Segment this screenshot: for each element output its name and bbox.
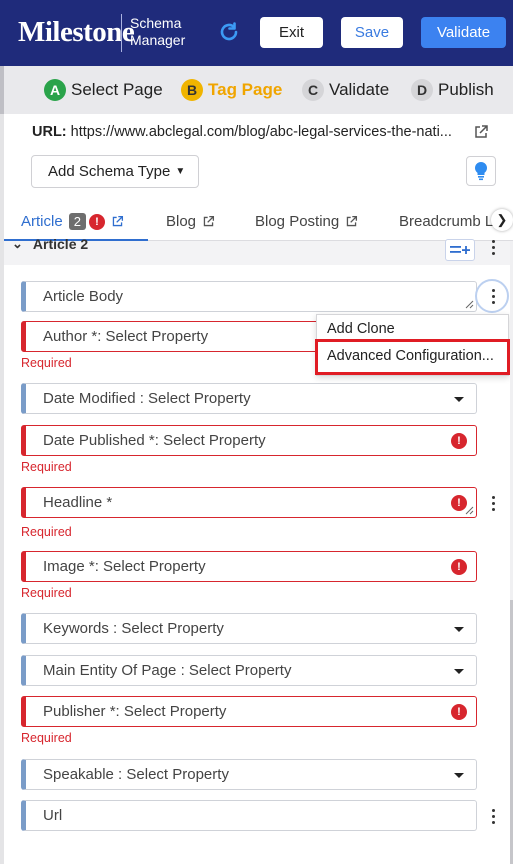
validate-button[interactable]: Validate xyxy=(421,17,506,48)
lightbulb-icon xyxy=(474,161,488,181)
field-speakable[interactable]: Speakable : Select Property xyxy=(21,759,477,790)
caret-down-icon: ▼ xyxy=(175,166,186,177)
step-publish[interactable]: D Publish xyxy=(411,79,494,101)
step-d-badge: D xyxy=(411,79,433,101)
required-message: Required xyxy=(21,356,72,370)
exit-button[interactable]: Exit xyxy=(260,17,323,48)
add-schema-type-label: Add Schema Type xyxy=(48,163,171,180)
chevron-right-icon[interactable]: ❯ xyxy=(491,209,513,231)
tab-blog-label: Blog xyxy=(166,213,197,230)
step-select-page[interactable]: A Select Page xyxy=(44,79,163,101)
field-label: Date Published *: Select Property xyxy=(43,432,266,449)
error-icon: ! xyxy=(88,213,105,230)
dropdown-caret-icon xyxy=(454,669,464,674)
field-label: Date Modified : Select Property xyxy=(43,390,251,407)
field-label: Article Body xyxy=(43,288,124,305)
external-link-icon[interactable] xyxy=(473,124,489,140)
field-keywords[interactable]: Keywords : Select Property xyxy=(21,613,477,644)
tab-article-label: Article xyxy=(21,213,63,230)
step-b-badge: B xyxy=(181,79,203,101)
highlight-box xyxy=(315,339,510,375)
resize-handle-icon[interactable] xyxy=(465,506,474,515)
tab-blog-posting-label: Blog Posting xyxy=(255,213,340,230)
product-name-line2: Manager xyxy=(130,32,186,48)
field-main-entity-of-page[interactable]: Main Entity Of Page : Select Property xyxy=(21,655,477,686)
step-b-label: Tag Page xyxy=(208,80,283,99)
field-more-icon[interactable] xyxy=(484,285,502,307)
field-more-icon[interactable] xyxy=(484,492,502,514)
wizard-steps: A Select Page B Tag Page C Validate D Pu… xyxy=(0,66,513,114)
required-message: Required xyxy=(21,586,72,600)
logo-divider xyxy=(121,14,122,52)
field-more-icon[interactable] xyxy=(484,805,502,827)
tab-blog[interactable]: Blog xyxy=(166,213,215,230)
step-tag-page[interactable]: B Tag Page xyxy=(181,79,282,101)
refresh-icon[interactable] xyxy=(217,20,241,44)
step-c-badge: C xyxy=(302,79,324,101)
required-message: Required xyxy=(21,731,72,745)
required-message: Required xyxy=(21,460,72,474)
dropdown-caret-icon xyxy=(454,397,464,402)
external-link-icon[interactable] xyxy=(345,215,358,228)
product-name-line1: Schema xyxy=(130,15,182,31)
save-button[interactable]: Save xyxy=(341,17,403,48)
field-image[interactable]: Image *: Select Property ! xyxy=(21,551,477,582)
dropdown-caret-icon xyxy=(454,627,464,632)
tips-button[interactable] xyxy=(466,156,496,186)
field-label: Main Entity Of Page : Select Property xyxy=(43,662,292,679)
chevron-down-icon[interactable]: ⌄ xyxy=(12,236,23,252)
tab-blog-posting[interactable]: Blog Posting xyxy=(255,213,358,230)
url-label: URL: xyxy=(32,124,67,140)
step-c-label: Validate xyxy=(329,80,390,99)
external-link-icon[interactable] xyxy=(111,215,124,228)
milestone-logo: Milestone xyxy=(18,16,135,48)
field-label: Author *: Select Property xyxy=(43,328,209,345)
section-more-icon[interactable] xyxy=(484,236,502,258)
add-schema-type-dropdown[interactable]: Add Schema Type ▼ xyxy=(31,155,199,188)
field-headline[interactable]: Headline * ! xyxy=(21,487,477,518)
field-date-modified[interactable]: Date Modified : Select Property xyxy=(21,383,477,414)
field-article-body[interactable]: Article Body xyxy=(21,281,477,312)
error-icon: ! xyxy=(451,704,467,720)
page-url: URL: https://www.abclegal.com/blog/abc-l… xyxy=(32,124,472,140)
field-url[interactable]: Url xyxy=(21,800,477,831)
step-a-badge: A xyxy=(44,79,66,101)
add-list-icon xyxy=(450,246,470,254)
field-label: Image *: Select Property xyxy=(43,558,206,575)
external-link-icon[interactable] xyxy=(202,215,215,228)
product-name: Schema Manager xyxy=(130,15,185,49)
field-date-published[interactable]: Date Published *: Select Property ! xyxy=(21,425,477,456)
app-header: Milestone Schema Manager Exit Save Valid… xyxy=(0,0,513,66)
add-property-button[interactable] xyxy=(445,239,475,261)
error-icon: ! xyxy=(451,559,467,575)
resize-handle-icon[interactable] xyxy=(465,300,474,309)
section-title-label: Article 2 xyxy=(32,236,89,252)
tab-article-count: 2 xyxy=(68,213,86,230)
field-label: Headline * xyxy=(43,494,113,511)
field-label: Publisher *: Select Property xyxy=(43,703,227,720)
field-label: Speakable : Select Property xyxy=(43,766,229,783)
error-icon: ! xyxy=(451,433,467,449)
step-d-label: Publish xyxy=(438,80,494,99)
tab-article[interactable]: Article 2 ! xyxy=(21,213,124,230)
field-label: Keywords : Select Property xyxy=(43,620,224,637)
url-value: https://www.abclegal.com/blog/abc-legal-… xyxy=(70,124,452,140)
field-publisher[interactable]: Publisher *: Select Property ! xyxy=(21,696,477,727)
field-label: Url xyxy=(43,807,63,824)
menu-item-add-clone[interactable]: Add Clone xyxy=(327,321,395,337)
dropdown-caret-icon xyxy=(454,773,464,778)
step-validate[interactable]: C Validate xyxy=(302,79,389,101)
step-a-label: Select Page xyxy=(71,80,163,99)
section-title[interactable]: ⌄ Article 2 xyxy=(12,236,88,252)
tab-breadcrumb[interactable]: Breadcrumb L xyxy=(399,213,493,230)
required-message: Required xyxy=(21,525,72,539)
tab-breadcrumb-label: Breadcrumb L xyxy=(399,213,494,230)
